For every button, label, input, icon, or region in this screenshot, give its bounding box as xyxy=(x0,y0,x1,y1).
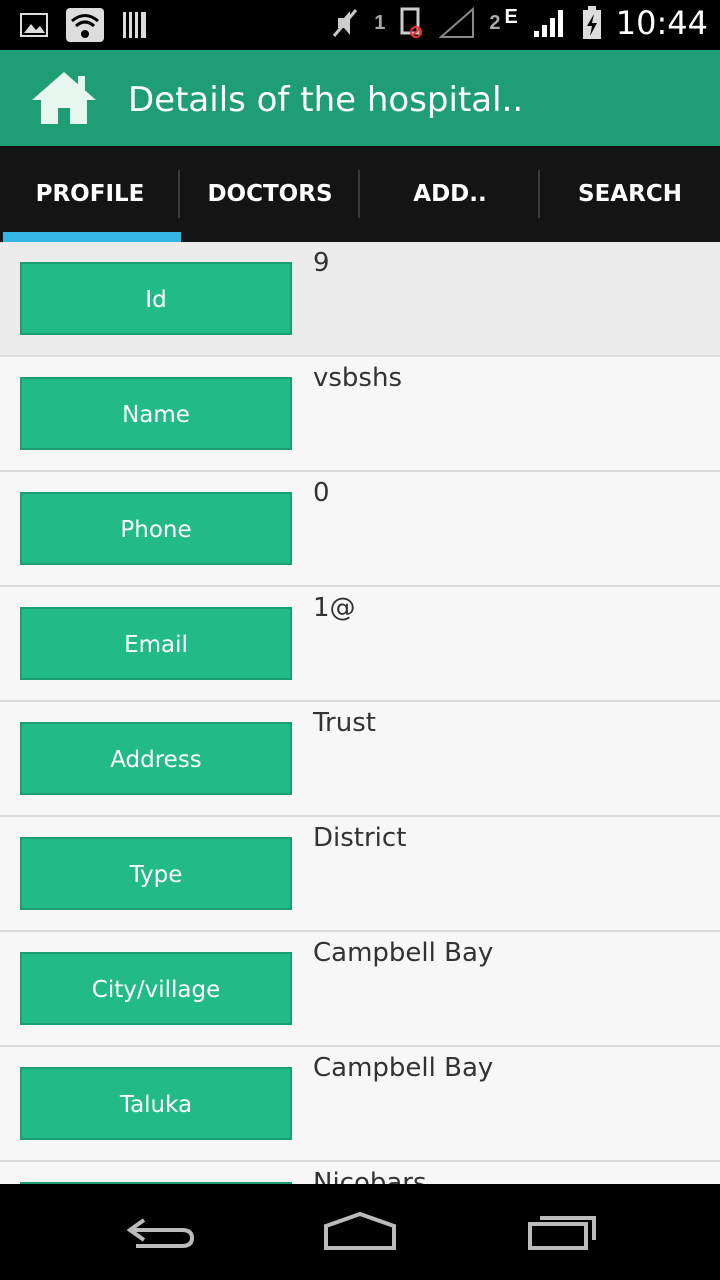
tab-label: SEARCH xyxy=(578,181,682,207)
home-icon[interactable] xyxy=(30,70,98,126)
mute-icon xyxy=(333,9,358,37)
detail-row-phone: Phone 0 xyxy=(0,472,720,587)
selected-tab-indicator xyxy=(3,232,181,242)
tab-profile[interactable]: PROFILE xyxy=(0,146,181,242)
detail-row-address: Address Trust xyxy=(0,702,720,817)
sim-error-icon xyxy=(400,7,423,38)
back-icon[interactable] xyxy=(122,1206,202,1258)
email-value: 1@ xyxy=(313,593,356,623)
district-value: Nicobars xyxy=(313,1168,427,1184)
sim2-label: 2 xyxy=(489,11,501,34)
clock: 10:44 xyxy=(615,4,708,42)
detail-row-city-village: City/village Campbell Bay xyxy=(0,932,720,1047)
wifi-icon xyxy=(66,8,104,42)
type-value: District xyxy=(313,823,407,853)
id-label-button[interactable]: Id xyxy=(20,262,292,335)
taluka-value: Campbell Bay xyxy=(313,1053,494,1083)
phone-label-button[interactable]: Phone xyxy=(20,492,292,565)
tab-label: DOCTORS xyxy=(207,181,333,207)
city-village-value: Campbell Bay xyxy=(313,938,494,968)
detail-row-email: Email 1@ xyxy=(0,587,720,702)
barcode-icon xyxy=(123,12,146,38)
name-label-button[interactable]: Name xyxy=(20,377,292,450)
tab-search[interactable]: SEARCH xyxy=(540,146,720,242)
address-label-button[interactable]: Address xyxy=(20,722,292,795)
recent-apps-icon[interactable] xyxy=(522,1206,602,1258)
page-title: Details of the hospital.. xyxy=(128,80,524,120)
sim1-label: 1 xyxy=(374,11,386,34)
tab-label: PROFILE xyxy=(35,181,145,207)
network-type-label: E xyxy=(504,5,518,28)
signal-strength-icon xyxy=(533,10,563,37)
tab-doctors[interactable]: DOCTORS xyxy=(180,146,360,242)
gallery-notification-icon xyxy=(20,13,48,37)
home-nav-icon[interactable] xyxy=(320,1206,400,1258)
type-label-button[interactable]: Type xyxy=(20,837,292,910)
detail-row-type: Type District xyxy=(0,817,720,932)
tab-bar: PROFILE DOCTORS ADD.. SEARCH xyxy=(0,146,720,242)
tab-label: ADD.. xyxy=(413,181,487,207)
tab-add[interactable]: ADD.. xyxy=(360,146,540,242)
email-label-button[interactable]: Email xyxy=(20,607,292,680)
detail-row-district: Nicobars xyxy=(0,1162,720,1184)
signal-empty-icon xyxy=(439,7,475,38)
city-village-label-button[interactable]: City/village xyxy=(20,952,292,1025)
address-value: Trust xyxy=(313,708,376,738)
detail-row-taluka: Taluka Campbell Bay xyxy=(0,1047,720,1162)
id-value: 9 xyxy=(313,248,330,278)
status-bar: 1 2 E 10:44 xyxy=(0,0,720,50)
taluka-label-button[interactable]: Taluka xyxy=(20,1067,292,1140)
hospital-details-list[interactable]: Id 9 Name vsbshs Phone 0 Email 1@ Addres… xyxy=(0,242,720,1184)
battery-charging-icon xyxy=(582,6,601,39)
system-nav-bar xyxy=(0,1184,720,1280)
detail-row-id: Id 9 xyxy=(0,242,720,357)
phone-value: 0 xyxy=(313,478,330,508)
name-value: vsbshs xyxy=(313,363,403,393)
detail-row-name: Name vsbshs xyxy=(0,357,720,472)
action-bar: Details of the hospital.. xyxy=(0,50,720,146)
